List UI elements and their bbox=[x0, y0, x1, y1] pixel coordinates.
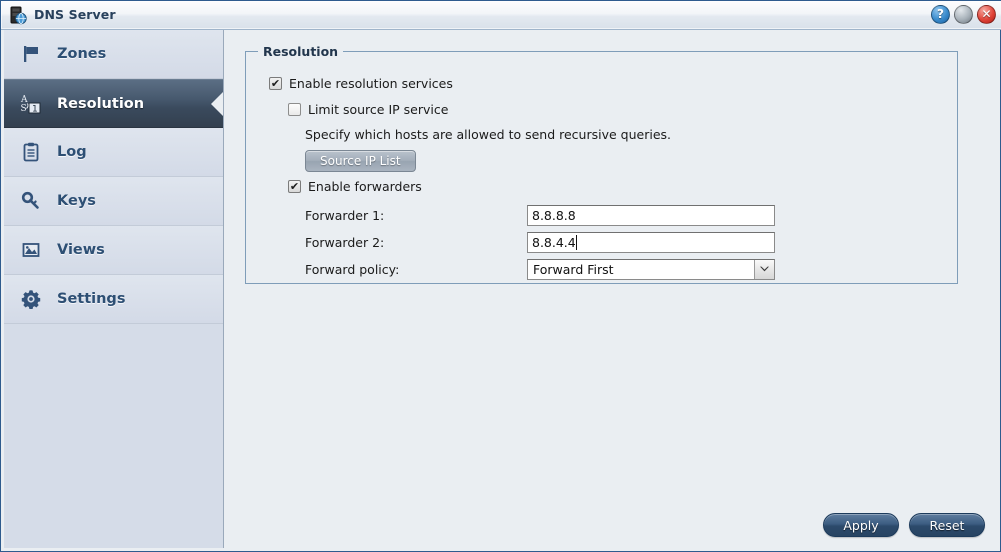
enable-forwarders-checkbox[interactable]: ✔ bbox=[288, 180, 301, 193]
forwarder2-input[interactable] bbox=[527, 231, 775, 253]
sidebar-item-settings[interactable]: Settings bbox=[4, 275, 223, 324]
clipboard-icon bbox=[18, 139, 44, 165]
enable-forwarders-row[interactable]: ✔ Enable forwarders bbox=[288, 179, 422, 194]
title-bar: DNS Server ? ✕ bbox=[1, 1, 1001, 30]
gear-icon bbox=[18, 286, 44, 312]
forwarder2-label: Forwarder 2: bbox=[305, 234, 385, 250]
sidebar-item-label: Keys bbox=[57, 193, 96, 209]
sidebar-item-zones[interactable]: Zones bbox=[4, 30, 223, 79]
svg-text:S: S bbox=[21, 104, 27, 114]
apply-button[interactable]: Apply bbox=[823, 513, 899, 537]
window-controls: ? ✕ bbox=[931, 5, 996, 24]
sidebar-item-resolution[interactable]: A S 1 Resolution bbox=[4, 79, 223, 128]
chevron-down-icon[interactable] bbox=[754, 259, 774, 279]
selected-indicator-arrow bbox=[211, 90, 223, 117]
forwarder2-row: Forwarder 2: bbox=[305, 229, 775, 255]
sidebar-item-label: Settings bbox=[57, 291, 126, 307]
check-icon: ✔ bbox=[270, 76, 281, 90]
check-icon: ✔ bbox=[289, 179, 300, 193]
dns-server-icon bbox=[9, 6, 28, 25]
recursive-queries-hint: Specify which hosts are allowed to send … bbox=[305, 127, 672, 142]
limit-source-ip-row[interactable]: Limit source IP service bbox=[288, 102, 448, 117]
image-icon bbox=[18, 237, 44, 263]
close-icon: ✕ bbox=[981, 7, 992, 21]
sidebar: Zones A S 1 Resolution Log Keys Views Se… bbox=[4, 30, 224, 548]
sidebar-item-label: Resolution bbox=[57, 95, 145, 112]
flag-icon bbox=[18, 41, 44, 67]
panel-legend: Resolution bbox=[263, 44, 339, 59]
help-button[interactable]: ? bbox=[931, 5, 950, 24]
dns-server-window: DNS Server ? ✕ Zones A S 1 Resolution Lo… bbox=[0, 0, 1001, 552]
forward-policy-label: Forward policy: bbox=[305, 261, 400, 277]
forwarder1-input[interactable] bbox=[527, 204, 775, 226]
sidebar-item-views[interactable]: Views bbox=[4, 226, 223, 275]
sidebar-item-keys[interactable]: Keys bbox=[4, 177, 223, 226]
source-ip-list-button[interactable]: Source IP List bbox=[305, 150, 416, 172]
enable-resolution-services-label[interactable]: Enable resolution services bbox=[289, 76, 453, 91]
sidebar-item-label: Log bbox=[57, 144, 87, 160]
forward-policy-value: Forward First bbox=[533, 261, 614, 277]
limit-source-ip-label[interactable]: Limit source IP service bbox=[308, 102, 448, 117]
translate-icon: A S 1 bbox=[18, 91, 44, 117]
content-area: Resolution ✔ Enable resolution services … bbox=[224, 30, 997, 548]
enable-resolution-services-checkbox[interactable]: ✔ bbox=[269, 77, 282, 90]
forwarder1-row: Forwarder 1: bbox=[305, 202, 775, 228]
forwarders-form: Forwarder 1: Forwarder 2: Forward policy… bbox=[305, 202, 775, 283]
forwarder2-input-wrap bbox=[527, 231, 775, 253]
enable-resolution-services-row[interactable]: ✔ Enable resolution services bbox=[269, 76, 453, 91]
sidebar-item-label: Views bbox=[57, 242, 105, 258]
forwarder1-label: Forwarder 1: bbox=[305, 207, 385, 223]
resolution-panel: Resolution ✔ Enable resolution services … bbox=[245, 44, 958, 284]
key-icon bbox=[18, 188, 44, 214]
reset-button[interactable]: Reset bbox=[909, 513, 985, 537]
minimize-button[interactable] bbox=[954, 5, 973, 24]
limit-source-ip-checkbox[interactable] bbox=[288, 103, 301, 116]
svg-text:1: 1 bbox=[32, 104, 38, 114]
panel-body: ✔ Enable resolution services Limit sourc… bbox=[246, 59, 957, 280]
footer-buttons: Apply Reset bbox=[823, 513, 985, 537]
sidebar-item-label: Zones bbox=[57, 46, 107, 62]
forward-policy-row: Forward policy: Forward First bbox=[305, 256, 775, 282]
window-title: DNS Server bbox=[34, 7, 116, 22]
close-button[interactable]: ✕ bbox=[977, 5, 996, 24]
help-icon: ? bbox=[937, 7, 944, 21]
forward-policy-select[interactable]: Forward First bbox=[527, 258, 775, 280]
enable-forwarders-label[interactable]: Enable forwarders bbox=[308, 179, 422, 194]
source-ip-list-button-wrap: Source IP List bbox=[305, 150, 416, 172]
text-cursor bbox=[576, 234, 577, 250]
sidebar-item-log[interactable]: Log bbox=[4, 128, 223, 177]
